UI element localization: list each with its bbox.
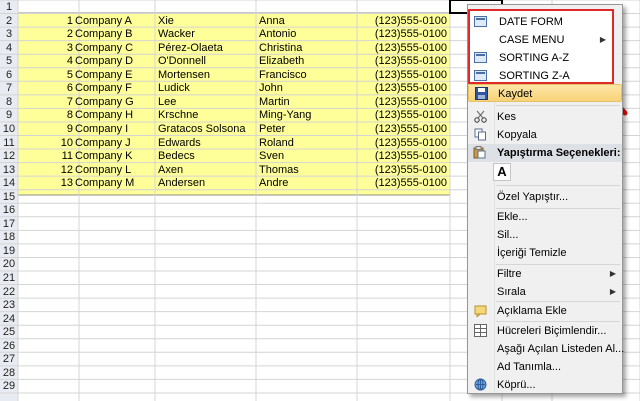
cell-id[interactable]: 13 [18, 174, 73, 192]
menu-label: Kes [497, 111, 516, 123]
cell-phone[interactable]: (123)555-0100 [357, 174, 447, 192]
paste-options-header: Yapıştırma Seçenekleri: [468, 144, 622, 162]
menu-label: SORTING Z-A [499, 70, 570, 82]
menu-label: Ad Tanımla... [497, 361, 561, 373]
menu-item-insert[interactable]: Ekle... [468, 208, 622, 226]
menu-label: Aşağı Açılan Listeden Al... [497, 343, 625, 355]
menu-item-hyperlink[interactable]: Köprü... [468, 376, 622, 394]
menu-label: İçeriği Temizle [497, 247, 567, 259]
menu-label: Köprü... [497, 379, 536, 391]
menu-separator [496, 185, 620, 186]
cell-last-name[interactable]: Andersen [158, 174, 258, 192]
menu-label: Filtre [497, 268, 522, 280]
form-icon [474, 52, 487, 63]
menu-label: Sırala [497, 286, 526, 298]
menu-label: Yapıştırma Seçenekleri: [497, 147, 621, 159]
menu-label: SORTING A-Z [499, 52, 570, 64]
copy-icon [473, 128, 487, 142]
menu-item-filter[interactable]: Filtre ▶ [468, 265, 622, 283]
menu-label: Kaydet [498, 88, 533, 100]
custom-item-date-form[interactable]: DATE FORM [470, 13, 612, 31]
format-cells-icon [473, 324, 487, 338]
menu-label: Özel Yapıştır... [497, 191, 569, 203]
menu-item-define-name[interactable]: Ad Tanımla... [468, 358, 622, 376]
menu-label: CASE MENU [499, 34, 565, 46]
menu-item-sort[interactable]: Sırala ▶ [468, 283, 622, 301]
menu-item-paste-special[interactable]: Özel Yapıştır... [468, 188, 622, 206]
cell-first-name[interactable]: Andre [259, 174, 357, 192]
menu-label: Açıklama Ekle [497, 305, 567, 317]
menu-item-save[interactable]: Kaydet [468, 84, 622, 102]
comment-icon [473, 304, 487, 319]
custom-item-case-menu[interactable]: CASE MENU ▶ [470, 31, 612, 49]
menu-item-insert-comment[interactable]: Açıklama Ekle [468, 302, 622, 320]
form-icon [474, 70, 487, 81]
submenu-arrow-icon: ▶ [609, 287, 616, 296]
menu-item-clear-contents[interactable]: İçeriği Temizle [468, 244, 622, 262]
scissors-icon [473, 110, 487, 124]
menu-label: DATE FORM [499, 16, 563, 28]
custom-item-sorting-za[interactable]: SORTING Z-A [470, 67, 612, 85]
custom-item-sorting-az[interactable]: SORTING A-Z [470, 49, 612, 67]
menu-label: Ekle... [497, 211, 528, 223]
menu-label: Hücreleri Biçimlendir... [497, 325, 607, 337]
paste-icon [473, 146, 486, 162]
menu-separator [496, 105, 620, 106]
menu-item-delete[interactable]: Sil... [468, 226, 622, 244]
save-icon [474, 87, 488, 101]
cell-company[interactable]: Company M [75, 174, 155, 192]
menu-item-pick-from-list[interactable]: Aşağı Açılan Listeden Al... [468, 340, 625, 358]
submenu-arrow-icon: ▶ [609, 269, 616, 278]
globe-link-icon [473, 378, 487, 392]
menu-item-copy[interactable]: Kopyala [468, 126, 622, 144]
form-icon [474, 16, 487, 27]
row-number[interactable]: 29 [0, 377, 18, 395]
custom-macro-group: DATE FORM CASE MENU ▶ SORTING A-Z SORTIN… [468, 9, 614, 84]
paste-values-icon[interactable]: A [493, 163, 511, 181]
submenu-arrow-icon: ▶ [599, 35, 606, 44]
menu-item-cut[interactable]: Kes [468, 108, 622, 126]
menu-label: Sil... [497, 229, 519, 241]
menu-label: Kopyala [497, 129, 537, 141]
menu-item-format-cells[interactable]: Hücreleri Biçimlendir... [468, 322, 622, 340]
